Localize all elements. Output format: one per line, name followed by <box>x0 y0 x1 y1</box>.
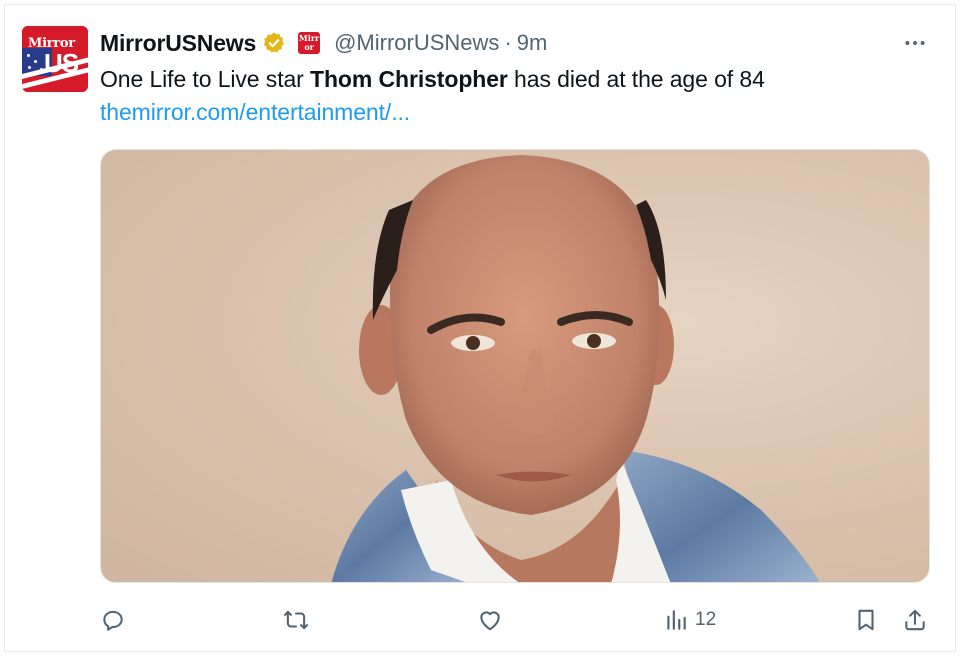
tweet-header: MirrorUSNews Mirr or @MirrorUSNews · 9m <box>100 28 547 58</box>
share-icon <box>905 609 925 631</box>
tweet-media-photo[interactable] <box>100 149 930 583</box>
retweet-button[interactable] <box>283 600 309 640</box>
avatar-star <box>40 68 43 71</box>
views-chart-icon <box>667 610 686 630</box>
tweet-text-end: has died at the age of 84 <box>507 66 765 92</box>
views-count: 12 <box>695 609 717 630</box>
verified-badge-icon[interactable] <box>262 31 286 55</box>
timestamp[interactable]: 9m <box>517 30 548 56</box>
author-avatar[interactable]: Mirror US <box>22 26 88 92</box>
article-link[interactable]: themirror.com/entertainment/... <box>100 99 410 126</box>
bookmark-button[interactable] <box>853 600 879 640</box>
more-options-button[interactable] <box>898 26 932 60</box>
portrait-photo-icon <box>331 155 820 582</box>
author-handle[interactable]: @MirrorUSNews <box>334 30 499 56</box>
tweet-text-bold-name: Thom Christopher <box>310 66 508 92</box>
affiliate-badge-icon[interactable]: Mirr or <box>298 32 321 54</box>
avatar-star <box>28 66 31 69</box>
separator: · <box>504 30 512 55</box>
reply-button[interactable] <box>100 600 126 640</box>
avatar-star <box>34 60 37 63</box>
like-button[interactable] <box>477 600 503 640</box>
more-dots-icon <box>905 41 925 45</box>
reply-icon <box>103 610 123 631</box>
views-button[interactable]: 12 <box>663 600 716 640</box>
bookmark-icon <box>858 609 874 631</box>
author-display-name[interactable]: MirrorUSNews <box>100 30 256 57</box>
tweet-text-start: One Life to Live star <box>100 66 311 92</box>
avatar-logo-us: US <box>44 48 79 78</box>
tweet-text: One Life to Live star Thom Christopher h… <box>100 66 765 93</box>
retweet-icon <box>283 610 309 630</box>
action-bar: 12 <box>100 600 932 640</box>
share-button[interactable] <box>902 600 928 640</box>
heart-icon <box>480 611 500 631</box>
avatar-star <box>27 54 30 57</box>
